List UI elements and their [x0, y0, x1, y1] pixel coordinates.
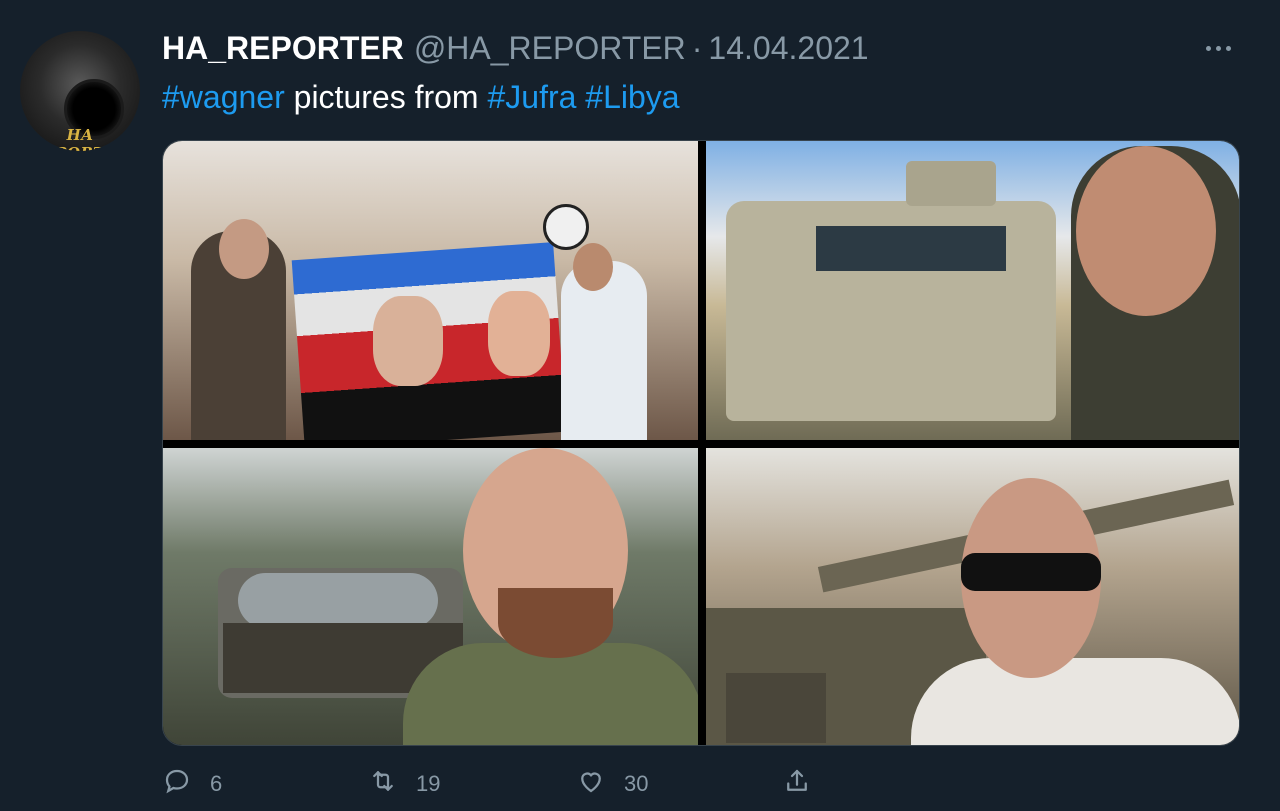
comment-icon — [162, 766, 192, 802]
media-grid — [162, 140, 1240, 746]
tweet-date[interactable]: 14.04.2021 — [708, 30, 868, 66]
more-options-icon[interactable] — [1196, 38, 1240, 58]
avatar-logo-text: HA REPORTER — [30, 126, 129, 151]
heart-icon — [576, 766, 606, 802]
reply-count: 6 — [210, 771, 223, 796]
tweet-text: #wagner pictures from #Jufra #Libya — [162, 76, 680, 118]
hashtag-wagner[interactable]: #wagner — [162, 79, 285, 115]
separator-dot: · — [691, 30, 703, 66]
like-button[interactable]: 30 — [576, 764, 648, 804]
display-name[interactable]: HA_REPORTER — [162, 30, 404, 66]
retweet-count: 19 — [416, 771, 441, 796]
share-button[interactable] — [782, 764, 812, 804]
avatar[interactable]: HA REPORTER — [20, 31, 140, 151]
reply-button[interactable]: 6 — [162, 764, 222, 804]
hashtag-jufra[interactable]: #Jufra — [487, 79, 576, 115]
hashtag-libya[interactable]: #Libya — [585, 79, 679, 115]
photo-tank-sunglasses-selfie[interactable] — [706, 448, 1239, 745]
retweet-button[interactable]: 19 — [368, 764, 440, 804]
photo-shop-painting[interactable] — [163, 141, 698, 440]
like-count: 30 — [624, 771, 649, 796]
tweet-actions: 6 19 30 — [162, 764, 1280, 804]
user-handle[interactable]: @HA_REPORTER — [414, 30, 686, 66]
retweet-icon — [368, 766, 398, 802]
share-icon — [782, 766, 812, 802]
tweet-text-space — [576, 79, 585, 115]
photo-armored-vehicle-selfie[interactable] — [706, 141, 1239, 440]
tweet-header: HA_REPORTER @HA_REPORTER · 14.04.2021 — [162, 28, 869, 68]
photo-tank-selfie[interactable] — [163, 448, 698, 745]
tweet-text-plain: pictures from — [284, 79, 488, 115]
